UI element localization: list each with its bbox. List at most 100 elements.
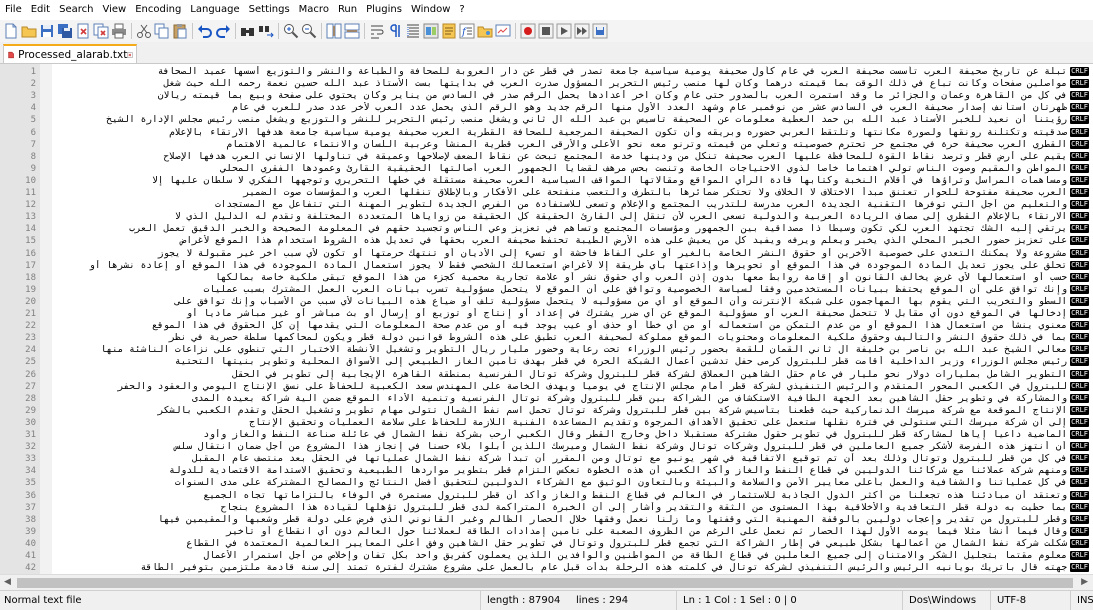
save-macro-icon[interactable] [592, 23, 608, 39]
text-line[interactable]: 36 CRLFوتعتقد أن مبادئنا هذه تجعلنا من أك… [0, 490, 1093, 502]
undo-icon[interactable] [197, 23, 213, 39]
close-icon[interactable] [75, 23, 91, 39]
line-text[interactable]: CRLFإلى أن شركة ميرسك التي سنتولى في فتر… [59, 417, 1089, 429]
line-text[interactable]: CRLFالعرب صحيفة مفتوحة للحوار تعتنق مبدأ… [59, 187, 1089, 199]
line-text[interactable]: CRLFبما حظيت به دولة قطر التعاقدية والأخ… [59, 502, 1089, 514]
menu-window[interactable]: Window [406, 0, 454, 20]
menu-view[interactable]: View [97, 0, 130, 20]
text-line[interactable]: 12 CRLFوالتعليم من أجل التي توفرها التقني… [0, 199, 1093, 211]
line-text[interactable]: CRLFالسطو والتخريب التي يقوم بها المهاجم… [59, 296, 1089, 308]
line-text[interactable]: CRLFبما في ذلك حقوق النشر والتأليف وحقوق… [59, 332, 1089, 344]
text-line[interactable]: 20 CRLFالسطو والتخريب التي يقوم بها المها… [0, 296, 1093, 308]
save-all-icon[interactable] [57, 23, 73, 39]
text-line[interactable]: 10 CRLFومساهمات المراسل وتراؤها في أقلام … [0, 175, 1093, 187]
text-line[interactable]: 38 CRLFوقطر للبترول من تقدير وإعجاب دوليي… [0, 514, 1093, 526]
text-line[interactable]: 3 CRLFفي كل من القاهرة وعمان والجزائر ما … [0, 90, 1093, 102]
line-text[interactable]: CRLFمعالي الشيخ عبد الله بن ناصر بن خليف… [59, 344, 1089, 356]
line-text[interactable]: CRLFمعلوم مقتما بتجليل الشكر والامتنان إ… [59, 550, 1089, 562]
text-line[interactable]: 6 CRLFصدقيته وتكتلنة رونقها ولصورة مكانته… [0, 127, 1093, 139]
text-line[interactable]: 25 CRLFرئيس مجلس الوزراء وزير الداخلية أق… [0, 356, 1093, 368]
line-text[interactable]: CRLFفي كل من قطر للبترول وتوتال وذلك بعد… [59, 453, 1089, 465]
line-text[interactable]: CRLFتبلة عن تاريخ صحيفة العرب تأسست صحيف… [59, 66, 1089, 78]
copy-icon[interactable] [154, 23, 170, 39]
text-line[interactable]: 30 CRLFإلى أن شركة ميرسك التي سنتولى في ف… [0, 417, 1093, 429]
line-text[interactable]: CRLFيرتقي إليه الشك تجتهد العرب لكي تكون… [59, 223, 1089, 235]
line-text[interactable]: CRLFوتعتقد أن مبادئنا هذه تجعلنا من أكثر… [59, 490, 1089, 502]
indent-guide-icon[interactable] [405, 23, 421, 39]
text-line[interactable]: 39 CRLFوقال فيما أنشأ مثلا فيما يومه الأو… [0, 526, 1093, 538]
line-text[interactable]: CRLFفي كل من القاهرة وعمان والجزائر ما و… [59, 90, 1089, 102]
save-icon[interactable] [39, 23, 55, 39]
line-text[interactable]: CRLFشكلت شركة نفط الشمال من أعمالها بشكل… [59, 538, 1089, 550]
monitoring-icon[interactable] [495, 23, 511, 39]
text-line[interactable]: 41 CRLFمعلوم مقتما بتجليل الشكر والامتنان… [0, 550, 1093, 562]
folder-workspace-icon[interactable] [477, 23, 493, 39]
line-text[interactable]: CRLFحسب أو استعمالها لأي غرض يخالف القان… [59, 272, 1089, 284]
replace-icon[interactable] [258, 23, 274, 39]
open-file-icon[interactable] [21, 23, 37, 39]
line-text[interactable]: CRLFالماضية داعيا إياها لمشاركة قطر للبت… [59, 429, 1089, 441]
text-line[interactable]: 15 CRLFعلى تعزيز حضور الخبر المحلي الذي ي… [0, 235, 1093, 247]
line-text[interactable]: CRLFيقيم على أرض قطر وترصد نقاط القوة لل… [59, 151, 1089, 163]
function-list-icon[interactable]: f [459, 23, 475, 39]
line-text[interactable]: CRLFوالمشاركة في وتطوير حقل الشاهين بعد … [59, 393, 1089, 405]
show-all-chars-icon[interactable] [387, 23, 403, 39]
line-text[interactable]: CRLFمواصلين صفحات وكانت تباع في ذلك الوق… [59, 78, 1089, 90]
sync-vertical-icon[interactable] [326, 23, 342, 39]
line-text[interactable]: CRLFعلى تعزيز حضور الخبر المحلي الذي يخب… [59, 235, 1089, 247]
menu-encoding[interactable]: Encoding [130, 0, 185, 20]
line-text[interactable]: CRLFرؤيتنا أن نعيد للخبر الأستاذ عبد الل… [59, 114, 1089, 126]
text-editor[interactable]: 1 CRLFتبلة عن تاريخ صحيفة العرب تأسست صحي… [0, 64, 1093, 574]
line-text[interactable]: CRLFمعنوي ينشأ من استعمال هذا الموقع أو … [59, 320, 1089, 332]
text-line[interactable]: 11 CRLFالعرب صحيفة مفتوحة للحوار تعتنق مب… [0, 187, 1093, 199]
line-text[interactable]: CRLFللبترول في الكعبي المحور المتقدم وال… [59, 381, 1089, 393]
line-text[interactable]: CRLFالقطري العرب صحيفة حرة في مجتمع حر ت… [59, 139, 1089, 151]
text-line[interactable]: 35 CRLFفي كل عملياتنا والشفافية والعمل بأ… [0, 477, 1093, 489]
menu-run[interactable]: Run [333, 0, 361, 20]
line-text[interactable]: CRLFومنهم شركة عملائنا مع شركائنا الدولي… [59, 465, 1089, 477]
text-line[interactable]: 14 CRLFيرتقي إليه الشك تجتهد العرب لكي تك… [0, 223, 1093, 235]
text-line[interactable]: 18 CRLFحسب أو استعمالها لأي غرض يخالف الق… [0, 272, 1093, 284]
find-icon[interactable] [240, 23, 256, 39]
line-text[interactable]: CRLFالتطوير الشامل بمليارات دولار نحو مل… [59, 369, 1089, 381]
text-line[interactable]: 8 CRLFيقيم على أرض قطر وترصد نقاط القوة ل… [0, 151, 1093, 163]
text-line[interactable]: 13 CRLFالارتقاء بالإعلام القطري إلى مصاف … [0, 211, 1093, 223]
paste-icon[interactable] [172, 23, 188, 39]
text-line[interactable]: 1 CRLFتبلة عن تاريخ صحيفة العرب تأسست صحي… [0, 66, 1093, 78]
run-macro-multiple-icon[interactable] [574, 23, 590, 39]
cut-icon[interactable] [136, 23, 152, 39]
stop-macro-icon[interactable] [538, 23, 554, 39]
zoom-in-icon[interactable] [283, 23, 299, 39]
line-text[interactable]: CRLFأن أنتهز هذه الفرصة لأشكر جميع العام… [59, 441, 1089, 453]
line-text[interactable]: CRLFوالتعليم من أجل التي توفرها التقنية … [59, 199, 1089, 211]
line-text[interactable]: CRLFإدخالها في الموقع دون أي مقابل لا تت… [59, 308, 1089, 320]
menu-help[interactable]: ? [454, 0, 468, 20]
line-text[interactable]: CRLFتحلق على يجوز تعديل المادة الموجودة … [59, 260, 1089, 272]
line-text[interactable]: CRLFجهته قال باتريك بويانيه الرئيس والرئ… [59, 562, 1089, 574]
text-line[interactable]: 9 CRLFالمواطن والمقيم وصوت الناس تولي اهت… [0, 163, 1093, 175]
text-line[interactable]: 22 CRLFمعنوي ينشأ من استعمال هذا الموقع أ… [0, 320, 1093, 332]
text-line[interactable]: 5 CRLFرؤيتنا أن نعيد للخبر الأستاذ عبد ال… [0, 114, 1093, 126]
line-text[interactable]: CRLFصدقيته وتكتلنة رونقها ولصورة مكانتها… [59, 127, 1089, 139]
text-line[interactable]: 17 CRLFتحلق على يجوز تعديل المادة الموجود… [0, 260, 1093, 272]
text-line[interactable]: 42 CRLFجهته قال باتريك بويانيه الرئيس وال… [0, 562, 1093, 574]
record-macro-icon[interactable] [520, 23, 536, 39]
menu-language[interactable]: Language [185, 0, 243, 20]
line-text[interactable]: CRLFالإنتاج الموقعة مع شركة ميرسك الدنما… [59, 405, 1089, 417]
menu-edit[interactable]: Edit [26, 0, 54, 20]
text-line[interactable]: 32 CRLFأن أنتهز هذه الفرصة لأشكر جميع الع… [0, 441, 1093, 453]
text-line[interactable]: 29 CRLFالإنتاج الموقعة مع شركة ميرسك الدن… [0, 405, 1093, 417]
text-line[interactable]: 4 CRLFظهرتان استأنف إصدار صحيفة العرب في … [0, 102, 1093, 114]
text-line[interactable]: 40 CRLFشكلت شركة نفط الشمال من أعمالها بش… [0, 538, 1093, 550]
text-line[interactable]: 28 CRLFوالمشاركة في وتطوير حقل الشاهين بع… [0, 393, 1093, 405]
text-line[interactable]: 19 CRLFوإنك توافق على أن الموقع يحتفظ ببي… [0, 284, 1093, 296]
text-line[interactable]: 7 CRLFالقطري العرب صحيفة حرة في مجتمع حر … [0, 139, 1093, 151]
line-text[interactable]: CRLFرئيس مجلس الوزراء وزير الداخلية أقام… [59, 356, 1089, 368]
text-line[interactable]: 23 CRLFبما في ذلك حقوق النشر والتأليف وحق… [0, 332, 1093, 344]
scroll-left-icon[interactable]: ◀ [4, 577, 11, 587]
new-file-icon[interactable] [3, 23, 19, 39]
sync-horizontal-icon[interactable] [344, 23, 360, 39]
redo-icon[interactable] [215, 23, 231, 39]
play-macro-icon[interactable] [556, 23, 572, 39]
text-line[interactable]: 2 CRLFمواصلين صفحات وكانت تباع في ذلك الو… [0, 78, 1093, 90]
